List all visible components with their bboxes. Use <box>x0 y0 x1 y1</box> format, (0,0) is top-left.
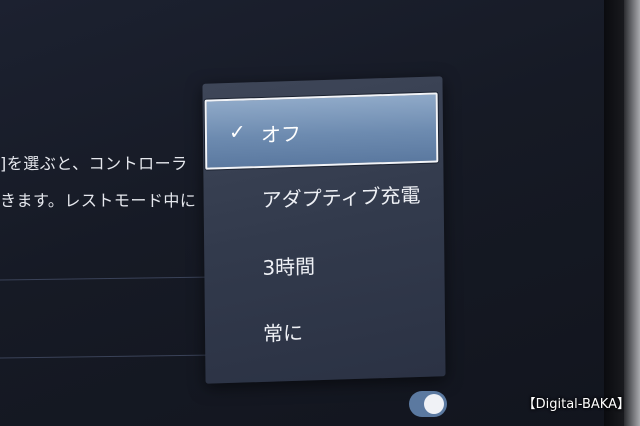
description-line-2: きます。レストモード中に <box>0 191 197 210</box>
toggle-knob <box>424 394 444 414</box>
option-adaptive-charging[interactable]: アダプティブ充電 <box>203 162 444 230</box>
option-label: アダプティブ充電 <box>261 182 421 212</box>
option-label: 常に <box>262 320 304 346</box>
tv-screen: ]を選ぶと、コントローラ きます。レストモード中に ✓ オフ アダプティブ充電 … <box>0 0 612 426</box>
divider <box>0 354 215 359</box>
watermark: 【Digital-BAKA】 <box>522 397 630 412</box>
option-label: 3時間 <box>262 253 316 280</box>
dropdown-menu: ✓ オフ アダプティブ充電 3時間 常に <box>202 76 446 384</box>
checkmark-icon: ✓ <box>228 119 246 144</box>
option-3-hours[interactable]: 3時間 <box>204 230 445 298</box>
option-label: オフ <box>260 121 302 147</box>
option-always[interactable]: 常に <box>205 296 446 364</box>
option-off[interactable]: ✓ オフ <box>204 92 439 170</box>
description-line-1: ]を選ぶと、コントローラ <box>0 154 188 173</box>
tv-bezel <box>604 0 640 426</box>
divider <box>0 276 215 281</box>
toggle-switch[interactable] <box>409 391 447 417</box>
